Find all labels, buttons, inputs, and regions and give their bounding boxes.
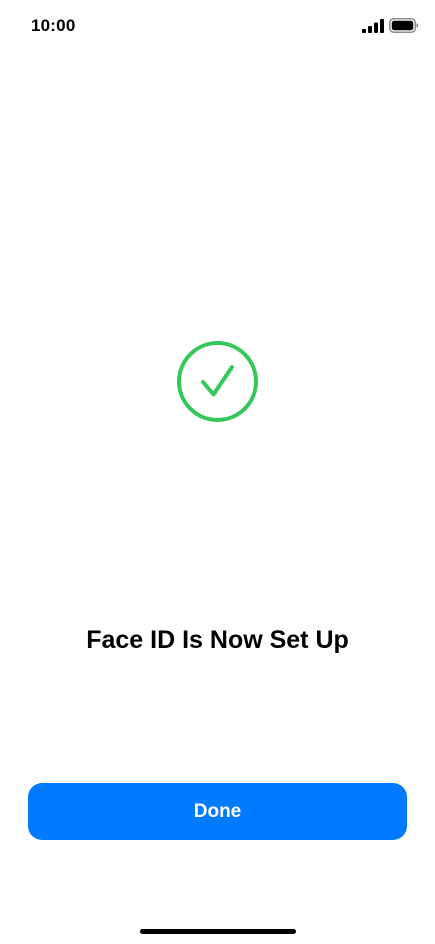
home-indicator[interactable] <box>140 929 296 934</box>
status-bar: 10:00 <box>0 0 435 52</box>
cellular-signal-icon <box>362 19 384 33</box>
battery-icon <box>389 18 419 33</box>
status-time: 10:00 <box>31 16 76 35</box>
page-title: Face ID Is Now Set Up <box>86 626 349 654</box>
done-button[interactable]: Done <box>28 783 407 840</box>
checkmark-circle-icon <box>177 341 258 422</box>
